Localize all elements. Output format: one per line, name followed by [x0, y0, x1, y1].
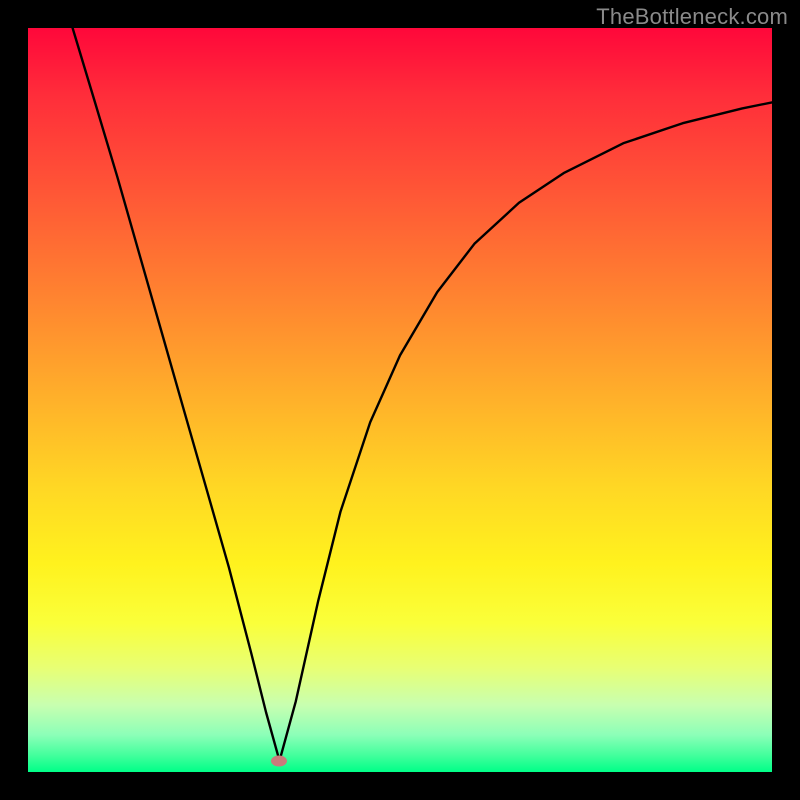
watermark-text: TheBottleneck.com — [596, 4, 788, 30]
plot-area — [28, 28, 772, 772]
optimum-marker — [271, 755, 287, 766]
chart-frame: TheBottleneck.com — [0, 0, 800, 800]
bottleneck-curve — [28, 28, 772, 772]
